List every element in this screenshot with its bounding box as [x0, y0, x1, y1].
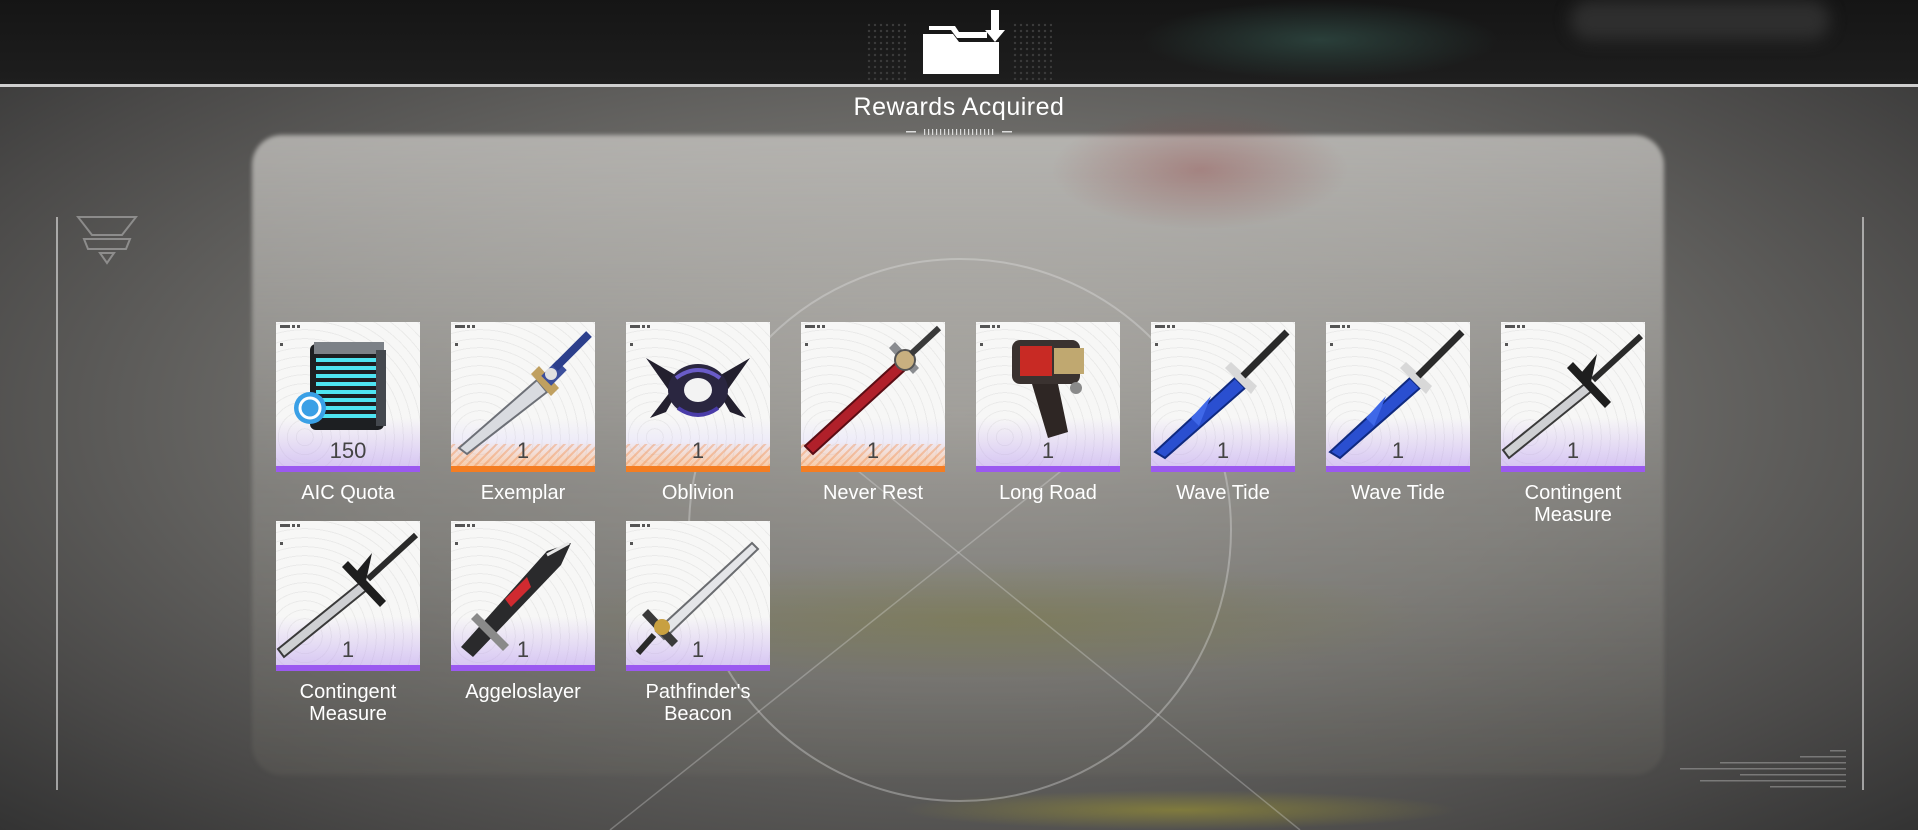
reward-quantity: 1 [1041, 438, 1055, 463]
reward-card[interactable]: 1 Long Road [976, 322, 1120, 504]
reward-name: Contingent Measure [1524, 482, 1622, 526]
right-frame-line [1862, 217, 1864, 790]
reward-icon-frame: 1 [976, 322, 1120, 472]
reward-quantity: 1 [516, 637, 530, 662]
fine-print-decoration [1680, 750, 1846, 788]
reward-name: Wave Tide [1176, 482, 1270, 504]
reward-quantity: 1 [866, 438, 880, 463]
emblem-icon [76, 216, 138, 265]
reward-icon-frame: 1 [1151, 322, 1295, 472]
reward-name: AIC Quota [301, 482, 395, 504]
reward-icon-frame: 1 [626, 322, 770, 472]
reward-card[interactable]: 1 Contingent Measure [1501, 322, 1645, 526]
reward-quantity: 1 [516, 438, 530, 463]
reward-quantity: 1 [691, 637, 705, 662]
reward-name: Long Road [999, 482, 1097, 504]
left-frame-line [56, 217, 58, 790]
reward-card[interactable]: 1 Oblivion [626, 322, 770, 504]
reward-name: Never Rest [822, 482, 924, 504]
reward-card[interactable]: 1 Contingent Measure [276, 521, 420, 725]
reward-icon-frame: 1 [626, 521, 770, 671]
reward-name: Pathfinder's Beacon [645, 681, 751, 725]
reward-icon-frame: 1 [276, 521, 420, 671]
reward-card[interactable]: 1 Never Rest [801, 322, 945, 504]
reward-card[interactable]: 1 Pathfinder's Beacon [626, 521, 770, 725]
reward-card[interactable]: 1 Aggeloslayer [451, 521, 595, 703]
reward-quantity: 150 [329, 438, 367, 463]
reward-card[interactable]: 1 Exemplar [451, 322, 595, 504]
reward-quantity: 1 [691, 438, 705, 463]
reward-quantity: 1 [1566, 438, 1580, 463]
reward-icon-frame: 1 [451, 521, 595, 671]
reward-card[interactable]: 1 Wave Tide [1151, 322, 1295, 504]
reward-name: Wave Tide [1351, 482, 1445, 504]
reward-name: Contingent Measure [299, 681, 397, 725]
reward-name: Oblivion [661, 482, 735, 504]
reward-name: Aggeloslayer [465, 681, 581, 703]
reward-quantity: 1 [1216, 438, 1230, 463]
reward-icon-frame: 1 [1326, 322, 1470, 472]
reward-icon-frame: 1 [801, 322, 945, 472]
reward-icon-frame: 1 [1501, 322, 1645, 472]
reward-card[interactable]: 1 Wave Tide [1326, 322, 1470, 504]
reward-quantity: 1 [1391, 438, 1405, 463]
reward-card[interactable]: 150 AIC Quota [276, 322, 420, 504]
reward-name: Exemplar [480, 482, 566, 504]
reward-icon-frame: 1 [451, 322, 595, 472]
reward-icon-frame: 150 [276, 322, 420, 472]
reward-quantity: 1 [341, 637, 355, 662]
